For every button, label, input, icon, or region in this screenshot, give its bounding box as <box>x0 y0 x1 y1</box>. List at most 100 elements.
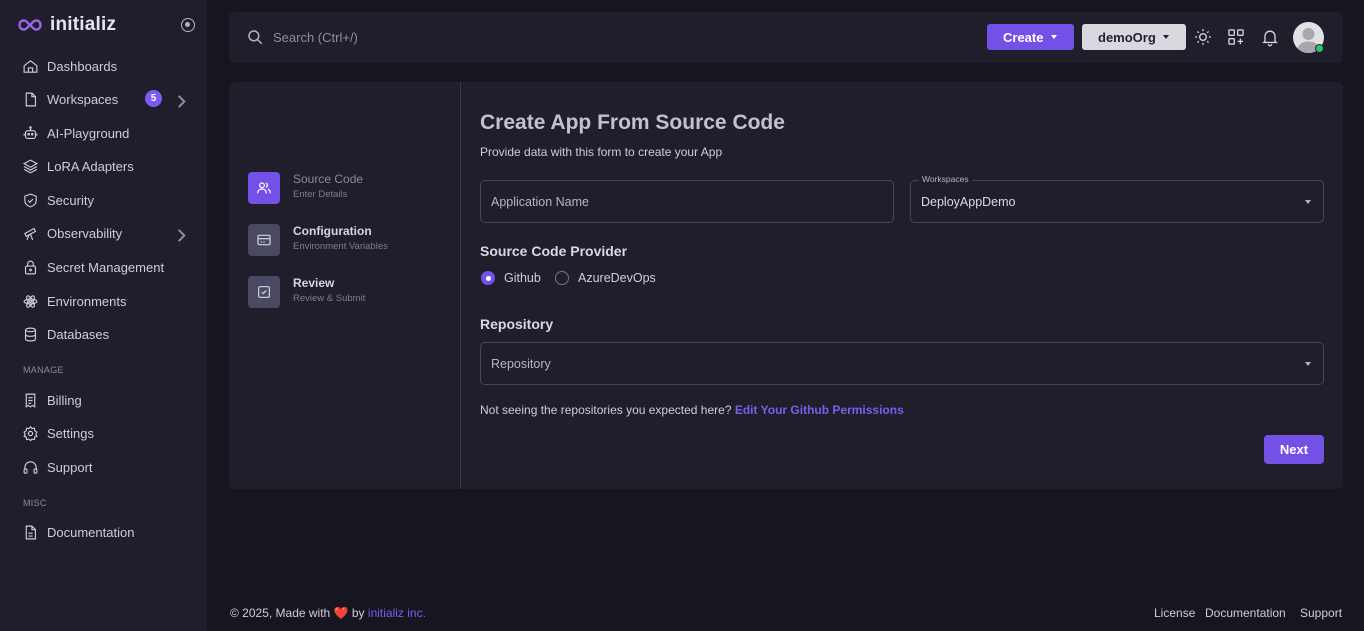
sidebar-item-label: Databases <box>47 326 110 342</box>
provider-radio-label[interactable]: AzureDevOps <box>578 271 656 285</box>
sidebar-item-label: Environments <box>47 293 127 309</box>
apps-grid-icon[interactable] <box>1226 27 1246 47</box>
stepper-divider <box>460 82 461 489</box>
sidebar-item-workspaces[interactable]: Workspaces 5 <box>22 89 192 109</box>
edit-github-permissions-link[interactable]: Edit Your Github Permissions <box>735 403 904 417</box>
receipt-icon <box>25 393 36 408</box>
sidebar-item-documentation[interactable]: Documentation <box>22 522 192 542</box>
online-status-dot <box>1315 44 1324 53</box>
sidebar: initializ Dashboards Workspaces 5 AI-Pla… <box>0 0 207 631</box>
sidebar-item-label: Settings <box>47 425 94 441</box>
sidebar-item-dashboards[interactable]: Dashboards <box>22 56 192 76</box>
sidebar-collapse-button[interactable] <box>181 18 195 32</box>
step-subtitle: Environment Variables <box>293 241 388 252</box>
sidebar-item-secret-management[interactable]: Secret Management <box>22 257 192 277</box>
section-label-misc: MISC <box>23 498 47 508</box>
sidebar-item-label: Workspaces <box>47 91 119 107</box>
sidebar-item-billing[interactable]: Billing <box>22 390 192 410</box>
brand[interactable]: initializ <box>18 14 116 36</box>
sidebar-item-label: Documentation <box>47 524 135 540</box>
permissions-hint-text: Not seeing the repositories you expected… <box>480 403 732 417</box>
provider-radio-github[interactable] <box>481 271 495 285</box>
telescope-icon <box>24 227 37 240</box>
permissions-hint: Not seeing the repositories you expected… <box>480 403 904 417</box>
file-icon <box>25 92 37 106</box>
application-name-input[interactable]: Application Name <box>480 180 894 223</box>
chevron-right-icon <box>177 95 186 108</box>
sidebar-item-observability[interactable]: Observability <box>22 223 192 243</box>
sidebar-item-label: AI-Playground <box>47 125 130 141</box>
sidebar-item-settings[interactable]: Settings <box>22 423 192 443</box>
step-review[interactable]: Review Review & Submit <box>248 276 448 308</box>
footer-link-documentation[interactable]: Documentation <box>1205 606 1286 620</box>
workspace-select[interactable]: Workspaces DeployAppDemo <box>910 174 1324 223</box>
home-icon <box>23 59 38 73</box>
repository-select[interactable]: Repository <box>480 342 1324 385</box>
sidebar-item-label: LoRA Adapters <box>47 158 134 174</box>
footer-copyright: © 2025, Made with ❤️ by initializ inc. <box>230 606 426 620</box>
sidebar-item-ai-playground[interactable]: AI-Playground <box>22 123 192 143</box>
caret-down-icon <box>1305 200 1311 204</box>
footer-link-license[interactable]: License <box>1154 606 1195 620</box>
provider-radio-azuredevops[interactable] <box>555 271 569 285</box>
sidebar-item-label: Support <box>47 459 93 475</box>
sidebar-item-label: Secret Management <box>47 259 165 275</box>
step-configuration[interactable]: Configuration Environment Variables <box>248 224 448 256</box>
step-icon <box>248 224 280 256</box>
checkbox-icon <box>258 286 270 298</box>
by-text: by <box>351 606 365 620</box>
step-subtitle: Review & Submit <box>293 293 366 304</box>
org-selector-button[interactable]: demoOrg <box>1082 24 1186 50</box>
step-title: Source Code <box>293 172 364 186</box>
bell-icon[interactable] <box>1260 27 1280 47</box>
step-icon <box>248 276 280 308</box>
source-code-provider-title: Source Code Provider <box>480 243 628 259</box>
sun-icon[interactable] <box>1193 27 1213 47</box>
sidebar-item-security[interactable]: Security <box>22 190 192 210</box>
sidebar-item-label: Billing <box>47 392 82 408</box>
step-source-code[interactable]: Source Code Enter Details <box>248 172 448 204</box>
atom-icon <box>23 294 38 308</box>
step-subtitle: Enter Details <box>293 189 348 200</box>
application-name-placeholder: Application Name <box>491 195 589 209</box>
sidebar-item-label: Observability <box>47 225 123 241</box>
section-label-manage: MANAGE <box>23 365 64 375</box>
step-title: Review <box>293 276 335 290</box>
workspaces-count-badge: 5 <box>145 90 162 107</box>
sidebar-item-label: Security <box>47 192 94 208</box>
infinity-logo-icon <box>18 19 42 31</box>
caret-down-icon <box>1163 35 1169 39</box>
gear-icon <box>23 425 38 441</box>
chevron-right-icon <box>177 229 186 242</box>
topbar: Create demoOrg <box>229 12 1343 63</box>
page-subtitle: Provide data with this form to create yo… <box>480 145 723 159</box>
sidebar-item-support[interactable]: Support <box>22 457 192 477</box>
repository-title: Repository <box>480 316 554 332</box>
create-button-label: Create <box>1003 29 1044 45</box>
caret-down-icon <box>1051 35 1057 39</box>
org-selector-label: demoOrg <box>1098 29 1156 45</box>
step-title: Configuration <box>293 224 372 238</box>
create-app-card: Source Code Enter Details Configuration … <box>229 82 1343 489</box>
provider-radio-label[interactable]: Github <box>504 271 541 285</box>
heart-icon: ❤️ <box>333 606 349 620</box>
create-button[interactable]: Create <box>987 24 1074 50</box>
database-icon <box>24 327 37 341</box>
robot-icon <box>23 125 38 139</box>
copyright-text: © 2025, Made with <box>230 606 331 620</box>
next-button[interactable]: Next <box>1264 435 1324 464</box>
users-icon <box>257 182 271 194</box>
repository-select-placeholder: Repository <box>491 357 551 371</box>
sidebar-item-environments[interactable]: Environments <box>22 291 192 311</box>
step-icon <box>248 172 280 204</box>
company-link[interactable]: initializ inc. <box>368 606 426 620</box>
sidebar-item-databases[interactable]: Databases <box>22 324 192 344</box>
caret-down-icon <box>1305 362 1311 366</box>
workspace-select-value: DeployAppDemo <box>921 195 1016 209</box>
sidebar-item-lora-adapters[interactable]: LoRA Adapters <box>22 156 192 176</box>
search-input[interactable] <box>273 26 573 48</box>
shield-icon <box>24 193 37 207</box>
footer-link-support[interactable]: Support <box>1300 606 1342 620</box>
search-icon <box>248 30 263 45</box>
brand-name: initializ <box>50 14 117 35</box>
